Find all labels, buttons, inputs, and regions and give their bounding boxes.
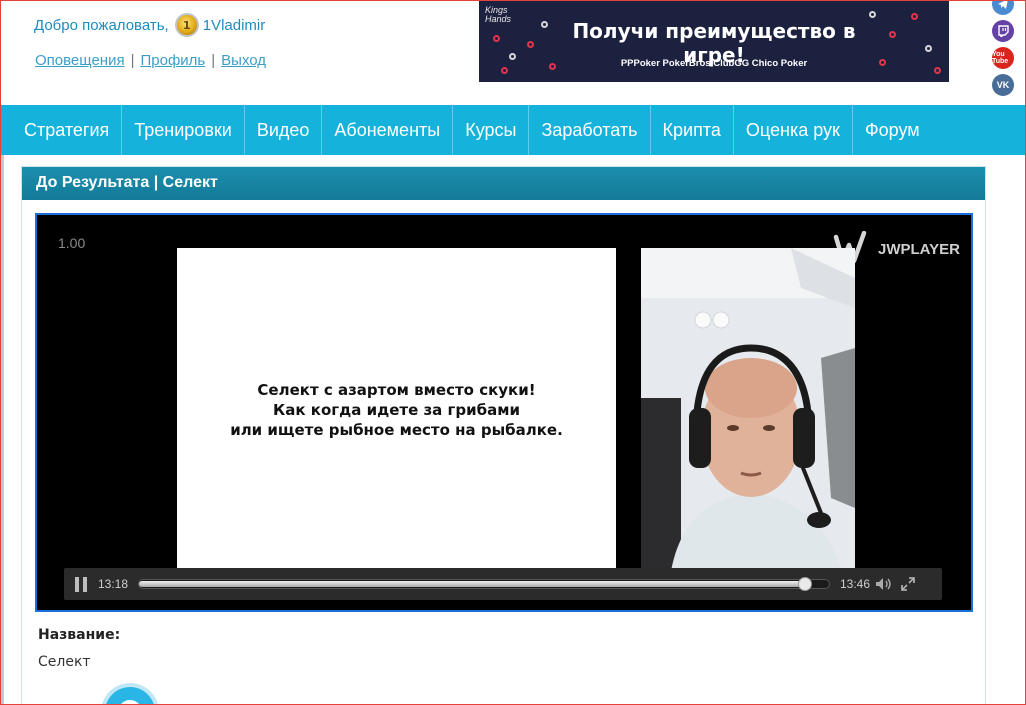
chip-decoration-icon — [911, 13, 918, 20]
player-controls: 13:18 13:46 — [64, 568, 942, 600]
slide-text: Селект с азартом вместо скуки! Как когда… — [230, 380, 563, 440]
pause-bar — [75, 576, 79, 592]
current-time: 13:18 — [98, 577, 129, 591]
nav-item-subscriptions[interactable]: Абонементы — [322, 105, 454, 155]
fullscreen-icon — [901, 577, 915, 591]
name-label: Название: — [38, 627, 121, 643]
chip-decoration-icon — [541, 21, 548, 28]
nav-item-earn[interactable]: Заработать — [529, 105, 651, 155]
nav-item-forum[interactable]: Форум — [853, 105, 932, 155]
menu-separator: | — [130, 52, 135, 69]
seek-bar[interactable] — [138, 577, 830, 591]
seek-handle[interactable] — [797, 577, 812, 591]
video-player[interactable]: 1.00 JWPLAYER Селект с азартом вместо ск… — [35, 213, 973, 612]
twitch-icon[interactable] — [992, 20, 1014, 42]
chip-decoration-icon — [869, 11, 876, 18]
content-panel: До Результата | Селект 1.00 JWPLAYER Сел… — [21, 166, 986, 704]
banner-subtitle: PPPoker PokerBros ClubGG Chico Poker — [620, 58, 808, 69]
vk-icon[interactable]: VK — [992, 74, 1014, 96]
nav-item-crypto[interactable]: Крипта — [651, 105, 734, 155]
username-link[interactable]: 1Vladimir — [203, 17, 266, 34]
slide-line: или ищете рыбное место на рыбалке. — [230, 420, 563, 439]
main-nav: Стратегия Тренировки Видео Абонементы Ку… — [1, 105, 1025, 155]
pause-button[interactable] — [64, 568, 98, 600]
welcome-line: Добро пожаловать, 1 1Vladimir — [34, 13, 265, 37]
coin-avatar-icon: 1 — [174, 13, 199, 37]
social-links: You Tube VK — [992, 1, 1014, 96]
chip-decoration-icon — [501, 67, 508, 74]
left-divider — [1, 155, 4, 704]
user-menu: Оповещения | Профиль | Выход — [35, 52, 266, 69]
presenter-image — [641, 248, 855, 571]
webcam-video — [641, 248, 855, 571]
nav-item-courses[interactable]: Курсы — [453, 105, 530, 155]
volume-icon — [876, 578, 891, 590]
profile-link[interactable]: Профиль — [140, 52, 205, 69]
nav-item-trainings[interactable]: Тренировки — [122, 105, 245, 155]
panel-title: До Результата | Селект — [22, 167, 985, 200]
chip-decoration-icon — [934, 67, 941, 74]
action-circle-button[interactable] — [105, 687, 155, 704]
notifications-link[interactable]: Оповещения — [35, 52, 125, 69]
volume-button[interactable] — [872, 568, 896, 600]
youtube-icon[interactable]: You Tube — [992, 47, 1014, 69]
page: Добро пожаловать, 1 1Vladimir Оповещения… — [0, 0, 1026, 705]
seek-progress — [139, 581, 805, 587]
total-time: 13:46 — [840, 577, 871, 591]
chip-decoration-icon — [889, 31, 896, 38]
slide-line: Как когда идете за грибами — [273, 400, 520, 419]
chip-decoration-icon — [493, 35, 500, 42]
chip-decoration-icon — [509, 53, 516, 60]
nav-item-strategy[interactable]: Стратегия — [12, 105, 123, 155]
banner-brand-line: Hands — [485, 14, 512, 24]
ad-banner[interactable]: Kings Hands Получи преимущество в игре! … — [479, 1, 949, 82]
chip-decoration-icon — [925, 45, 932, 52]
chip-decoration-icon — [527, 41, 534, 48]
logout-link[interactable]: Выход — [221, 52, 266, 69]
playback-speed[interactable]: 1.00 — [58, 235, 85, 251]
chip-decoration-icon — [879, 59, 886, 66]
chip-decoration-icon — [549, 63, 556, 70]
slide-line: Селект с азартом вместо скуки! — [257, 380, 536, 399]
pause-bar — [83, 576, 87, 592]
presentation-slide: Селект с азартом вместо скуки! Как когда… — [177, 248, 616, 571]
nav-item-video[interactable]: Видео — [245, 105, 323, 155]
name-value: Селект — [38, 654, 91, 670]
menu-separator: | — [211, 52, 216, 69]
nav-item-hand-review[interactable]: Оценка рук — [734, 105, 853, 155]
player-logo-text: JWPLAYER — [878, 240, 960, 258]
fullscreen-button[interactable] — [896, 568, 920, 600]
banner-brand: Kings Hands — [485, 6, 511, 24]
welcome-text: Добро пожаловать, — [34, 16, 169, 34]
telegram-icon[interactable] — [992, 1, 1014, 15]
